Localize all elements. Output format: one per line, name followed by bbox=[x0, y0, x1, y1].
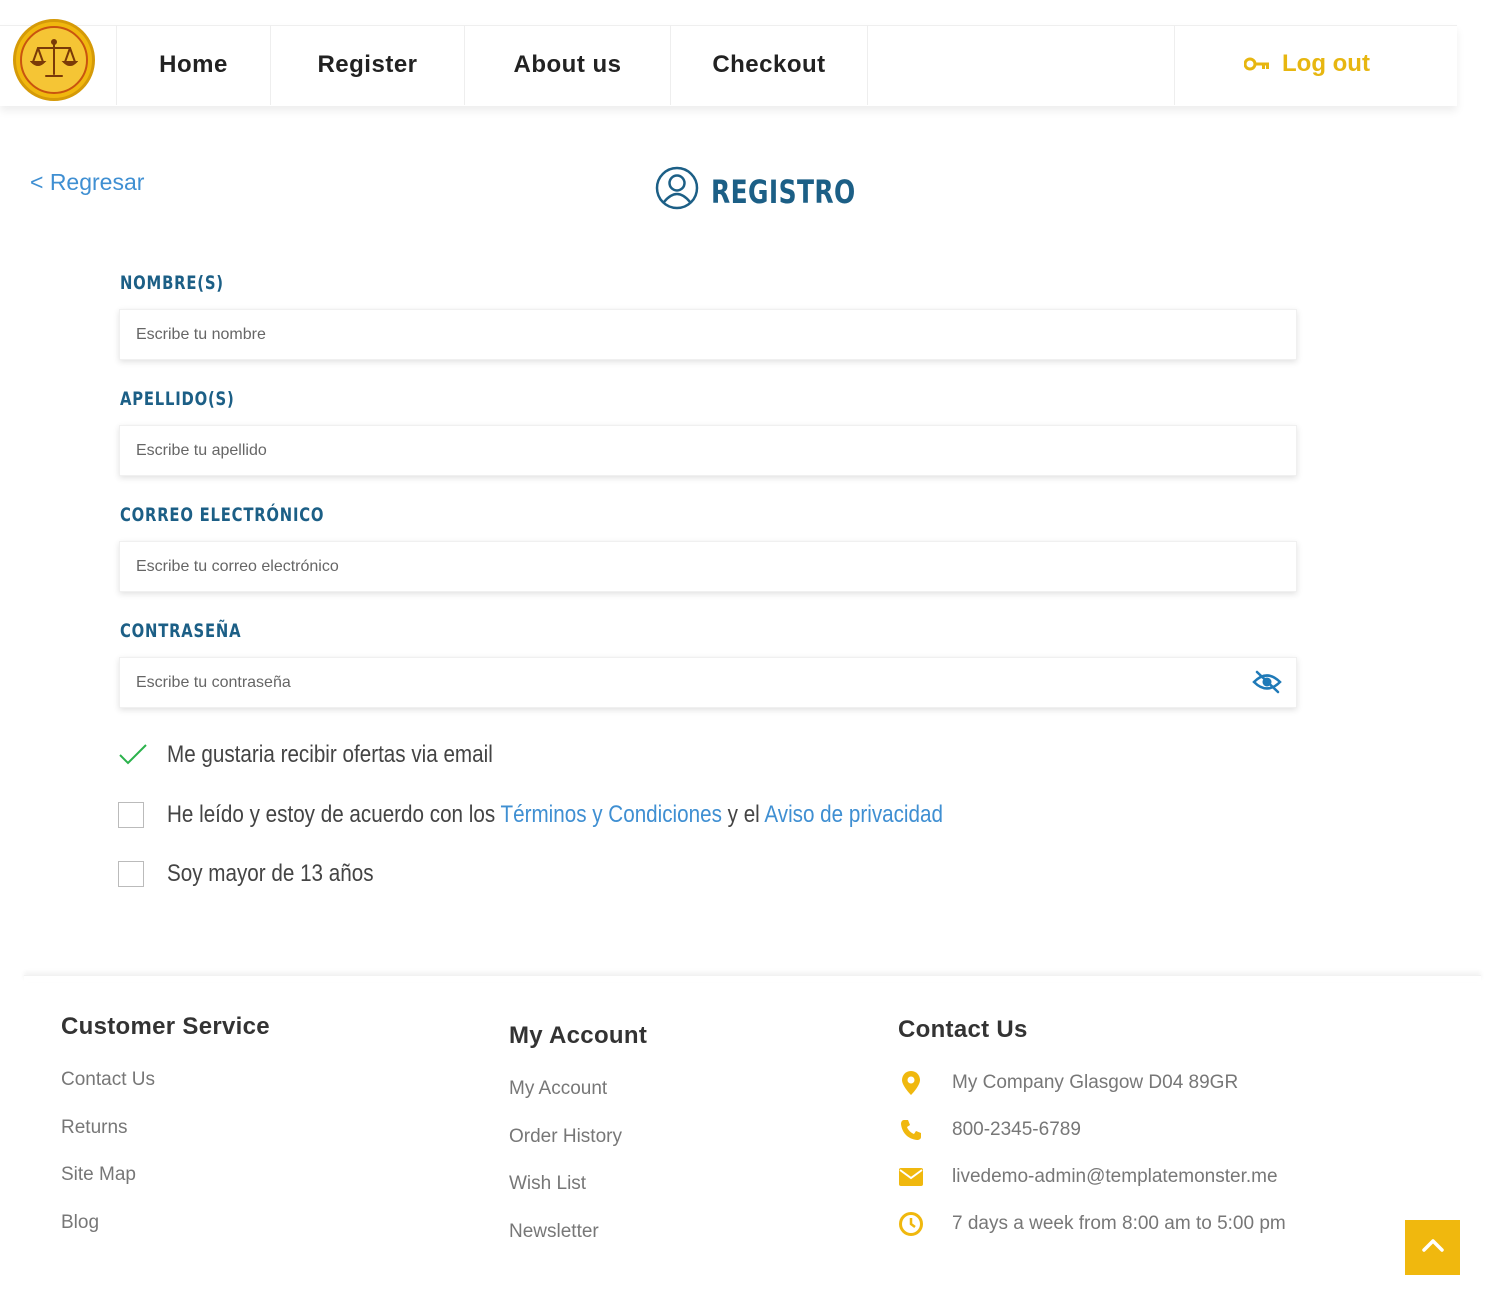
back-link[interactable]: < Regresar bbox=[30, 169, 144, 196]
eye-off-icon[interactable] bbox=[1252, 669, 1282, 700]
offers-label: Me gustaria recibir ofertas via email bbox=[167, 741, 493, 768]
terms-prefix: He leído y estoy de acuerdo con los bbox=[167, 801, 501, 828]
lastname-label: APELLIDO(S) bbox=[120, 388, 235, 410]
terms-middle: y el bbox=[721, 801, 765, 828]
contact-phone[interactable]: 800-2345-6789 bbox=[898, 1117, 1081, 1143]
footer-link-order-history[interactable]: Order History bbox=[509, 1126, 622, 1148]
check-icon[interactable] bbox=[118, 742, 148, 768]
footer-link-my-account[interactable]: My Account bbox=[509, 1078, 607, 1100]
terms-checkbox[interactable] bbox=[118, 802, 144, 828]
key-icon bbox=[1243, 50, 1282, 78]
mail-icon bbox=[898, 1164, 924, 1190]
age-label: Soy mayor de 13 años bbox=[167, 860, 374, 887]
footer-divider bbox=[24, 975, 1481, 982]
terms-text: He leído y estoy de acuerdo con los Térm… bbox=[167, 801, 943, 829]
password-label: CONTRASEÑA bbox=[120, 620, 242, 642]
contact-address-text: My Company Glasgow D04 89GR bbox=[952, 1072, 1239, 1093]
name-label: NOMBRE(S) bbox=[120, 272, 224, 294]
phone-icon bbox=[898, 1117, 924, 1143]
user-circle-icon bbox=[655, 166, 699, 218]
footer-link-site-map[interactable]: Site Map bbox=[61, 1164, 136, 1186]
offers-checkbox-row[interactable]: Me gustaria recibir ofertas via email bbox=[118, 741, 546, 769]
email-input[interactable] bbox=[119, 541, 1297, 592]
contact-email-text: livedemo-admin@templatemonster.me bbox=[952, 1166, 1278, 1187]
logout-button[interactable]: Log out bbox=[1243, 46, 1370, 82]
contact-phone-text: 800-2345-6789 bbox=[952, 1119, 1081, 1140]
terms-checkbox-row: He leído y estoy de acuerdo con los Térm… bbox=[118, 801, 1069, 829]
age-checkbox[interactable] bbox=[118, 861, 144, 887]
footer-link-returns[interactable]: Returns bbox=[61, 1117, 128, 1139]
contact-hours: 7 days a week from 8:00 am to 5:00 pm bbox=[898, 1211, 1286, 1237]
contact-address: My Company Glasgow D04 89GR bbox=[898, 1070, 1238, 1096]
clock-icon bbox=[898, 1211, 924, 1237]
contact-email[interactable]: livedemo-admin@templatemonster.me bbox=[898, 1164, 1278, 1190]
footer-link-contact-us[interactable]: Contact Us bbox=[61, 1069, 155, 1091]
nav-item-about-us[interactable]: About us bbox=[464, 25, 670, 105]
contact-hours-text: 7 days a week from 8:00 am to 5:00 pm bbox=[952, 1213, 1286, 1234]
page-title: REGISTRO bbox=[655, 166, 896, 218]
age-checkbox-row: Soy mayor de 13 años bbox=[118, 860, 407, 888]
map-pin-icon bbox=[898, 1070, 924, 1096]
scroll-to-top-button[interactable] bbox=[1405, 1220, 1460, 1275]
terms-link[interactable]: Términos y Condiciones bbox=[501, 801, 722, 828]
logout-label: Log out bbox=[1282, 50, 1370, 77]
password-input[interactable] bbox=[119, 657, 1297, 708]
customer-service-heading: Customer Service bbox=[61, 1013, 270, 1040]
lastname-input[interactable] bbox=[119, 425, 1297, 476]
nav-item-register[interactable]: Register bbox=[270, 25, 464, 105]
footer-link-newsletter[interactable]: Newsletter bbox=[509, 1221, 599, 1243]
page-title-text: REGISTRO bbox=[711, 173, 856, 211]
contact-us-heading: Contact Us bbox=[898, 1016, 1028, 1043]
email-label: CORREO ELECTRÓNICO bbox=[120, 504, 325, 526]
privacy-link[interactable]: Aviso de privacidad bbox=[764, 801, 943, 828]
my-account-heading: My Account bbox=[509, 1022, 648, 1049]
chevron-up-icon bbox=[1421, 1238, 1444, 1257]
scales-logo-icon[interactable] bbox=[13, 19, 95, 101]
main-nav: Home Register About us Checkout bbox=[116, 25, 868, 105]
footer-link-wish-list[interactable]: Wish List bbox=[509, 1173, 586, 1195]
nav-item-home[interactable]: Home bbox=[116, 25, 270, 105]
nav-divider bbox=[1174, 25, 1175, 105]
footer-link-blog[interactable]: Blog bbox=[61, 1212, 99, 1234]
nav-item-checkout[interactable]: Checkout bbox=[670, 25, 868, 105]
name-input[interactable] bbox=[119, 309, 1297, 360]
